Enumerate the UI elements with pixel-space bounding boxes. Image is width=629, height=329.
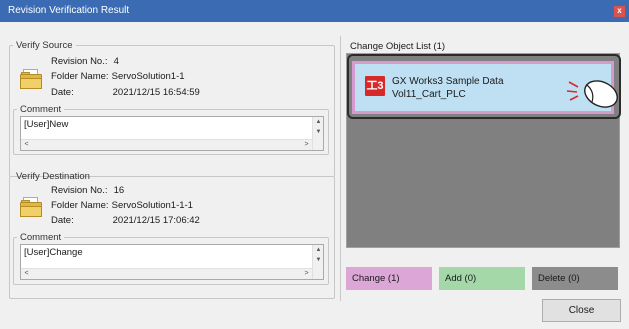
source-revision-row: Revision No.: 4 bbox=[51, 56, 119, 67]
scroll-right-icon[interactable]: > bbox=[301, 269, 312, 279]
folder-icon bbox=[20, 69, 42, 89]
source-revision-label: Revision No.: bbox=[51, 56, 108, 67]
destination-comment-field[interactable]: [User]Change ▲ ▼ < > bbox=[20, 244, 324, 280]
source-comment-field[interactable]: [User]New ▲ ▼ < > bbox=[20, 116, 324, 151]
title-bar: Revision Verification Result x bbox=[0, 0, 629, 22]
source-revision-value: 4 bbox=[113, 56, 119, 67]
source-folder-label: Folder Name: bbox=[51, 71, 109, 82]
legend-add: Add (0) bbox=[439, 267, 525, 290]
source-date-row: Date: 2021/12/15 16:54:59 bbox=[51, 87, 200, 98]
change-object-list[interactable]: 工3 GX Works3 Sample Data Vol11_Cart_PLC bbox=[346, 53, 621, 248]
list-item-text: GX Works3 Sample Data Vol11_Cart_PLC bbox=[392, 75, 504, 101]
destination-comment-hscroll[interactable]: < > bbox=[21, 268, 312, 279]
destination-comment-text: [User]Change bbox=[24, 247, 83, 258]
source-date-label: Date: bbox=[51, 87, 74, 98]
destination-revision-value: 16 bbox=[113, 185, 125, 196]
scroll-down-icon[interactable]: ▼ bbox=[313, 255, 324, 265]
source-folder-value: ServoSolution1-1 bbox=[111, 71, 185, 82]
destination-revision-label: Revision No.: bbox=[51, 185, 108, 196]
destination-comment-legend: Comment bbox=[20, 232, 62, 243]
verify-source-legend: Verify Source bbox=[16, 40, 73, 51]
destination-date-label: Date: bbox=[51, 215, 74, 226]
legend-delete: Delete (0) bbox=[532, 267, 618, 290]
window-close-button[interactable]: x bbox=[614, 6, 625, 17]
legend-change: Change (1) bbox=[346, 267, 432, 290]
destination-folder-value: ServoSolution1-1-1 bbox=[111, 200, 193, 211]
scroll-left-icon[interactable]: < bbox=[21, 269, 32, 279]
window-title: Revision Verification Result bbox=[8, 5, 130, 16]
source-comment-vscroll[interactable]: ▲ ▼ bbox=[312, 117, 323, 150]
source-comment-hscroll[interactable]: < > bbox=[21, 139, 312, 150]
list-item-title: GX Works3 Sample Data bbox=[392, 76, 504, 87]
source-folder-row: Folder Name: ServoSolution1-1 bbox=[51, 71, 185, 82]
source-comment-legend: Comment bbox=[20, 104, 62, 115]
verify-destination-legend: Verify Destination bbox=[16, 171, 90, 182]
destination-folder-row: Folder Name: ServoSolution1-1-1 bbox=[51, 200, 193, 211]
source-comment-text: [User]New bbox=[24, 119, 69, 130]
destination-date-value: 2021/12/15 17:06:42 bbox=[112, 215, 200, 226]
panel-divider bbox=[340, 36, 341, 301]
scroll-up-icon[interactable]: ▲ bbox=[313, 245, 324, 255]
gx-works3-icon: 工3 bbox=[365, 76, 385, 96]
scroll-up-icon[interactable]: ▲ bbox=[313, 117, 324, 127]
change-list-title: Change Object List (1) bbox=[350, 41, 446, 52]
folder-icon bbox=[20, 197, 42, 217]
destination-revision-row: Revision No.: 16 bbox=[51, 185, 124, 196]
destination-date-row: Date: 2021/12/15 17:06:42 bbox=[51, 215, 200, 226]
destination-comment-vscroll[interactable]: ▲ ▼ bbox=[312, 245, 323, 279]
close-button[interactable]: Close bbox=[542, 299, 621, 322]
destination-folder-label: Folder Name: bbox=[51, 200, 109, 211]
mouse-pointer-icon bbox=[566, 80, 618, 108]
source-date-value: 2021/12/15 16:54:59 bbox=[112, 87, 200, 98]
dialog-body: Verify Source Revision No.: 4 Folder Nam… bbox=[0, 22, 629, 329]
list-item-subtitle: Vol11_Cart_PLC bbox=[392, 89, 466, 100]
scroll-left-icon[interactable]: < bbox=[21, 140, 32, 150]
scroll-down-icon[interactable]: ▼ bbox=[313, 127, 324, 137]
scroll-right-icon[interactable]: > bbox=[301, 140, 312, 150]
